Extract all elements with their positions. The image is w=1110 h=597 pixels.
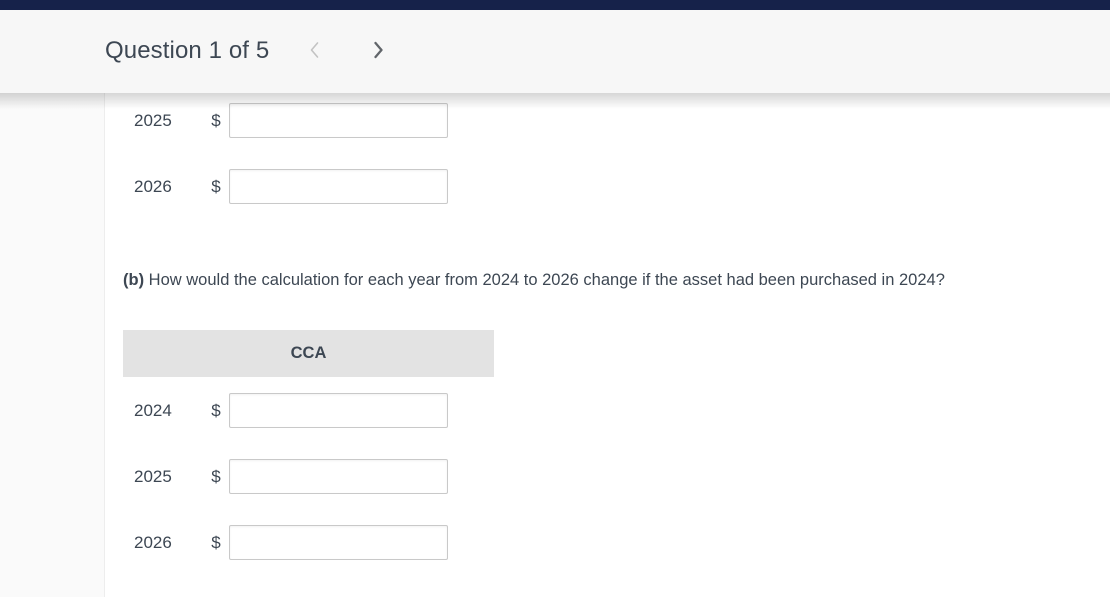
question-content: 2025 $ 2026 $ (b) How would the calculat… — [106, 93, 1110, 597]
left-sidebar — [0, 93, 105, 597]
row-year-label: 2026 — [134, 176, 172, 196]
cca-column-header: CCA — [123, 330, 494, 377]
row-year-label: 2025 — [134, 466, 172, 486]
row-year-label: 2026 — [134, 532, 172, 552]
table-row: 2026 $ — [123, 525, 448, 560]
top-accent-bar — [0, 0, 1110, 10]
question-header-content: Question 1 of 5 — [105, 34, 395, 68]
part-question-text: How would the calculation for each year … — [148, 271, 945, 289]
currency-symbol: $ — [211, 110, 221, 130]
question-part-b-prompt: (b) How would the calculation for each y… — [123, 269, 945, 291]
chevron-left-icon — [309, 41, 320, 62]
row-year-label: 2025 — [134, 110, 172, 130]
question-header: Question 1 of 5 — [0, 10, 1110, 93]
currency-symbol: $ — [211, 400, 221, 420]
cca-column-header-label: CCA — [290, 344, 327, 362]
chevron-right-icon — [373, 41, 384, 62]
table-row: 2025 $ — [123, 459, 448, 494]
page-title: Question 1 of 5 — [105, 37, 270, 64]
cca-b-amount-input-2026[interactable] — [229, 525, 448, 560]
table-row: 2025 $ — [123, 103, 448, 138]
question-navigation — [297, 34, 395, 68]
currency-symbol: $ — [211, 176, 221, 196]
cca-b-amount-input-2025[interactable] — [229, 459, 448, 494]
next-question-button[interactable] — [361, 34, 395, 68]
part-label: (b) — [123, 271, 145, 289]
row-year-label: 2024 — [134, 400, 172, 420]
currency-symbol: $ — [211, 466, 221, 486]
cca-amount-input-2025[interactable] — [229, 103, 448, 138]
table-row: 2026 $ — [123, 169, 448, 204]
currency-symbol: $ — [211, 532, 221, 552]
cca-amount-input-2026[interactable] — [229, 169, 448, 204]
cca-b-amount-input-2024[interactable] — [229, 393, 448, 428]
previous-question-button[interactable] — [297, 34, 331, 68]
table-row: 2024 $ — [123, 393, 448, 428]
